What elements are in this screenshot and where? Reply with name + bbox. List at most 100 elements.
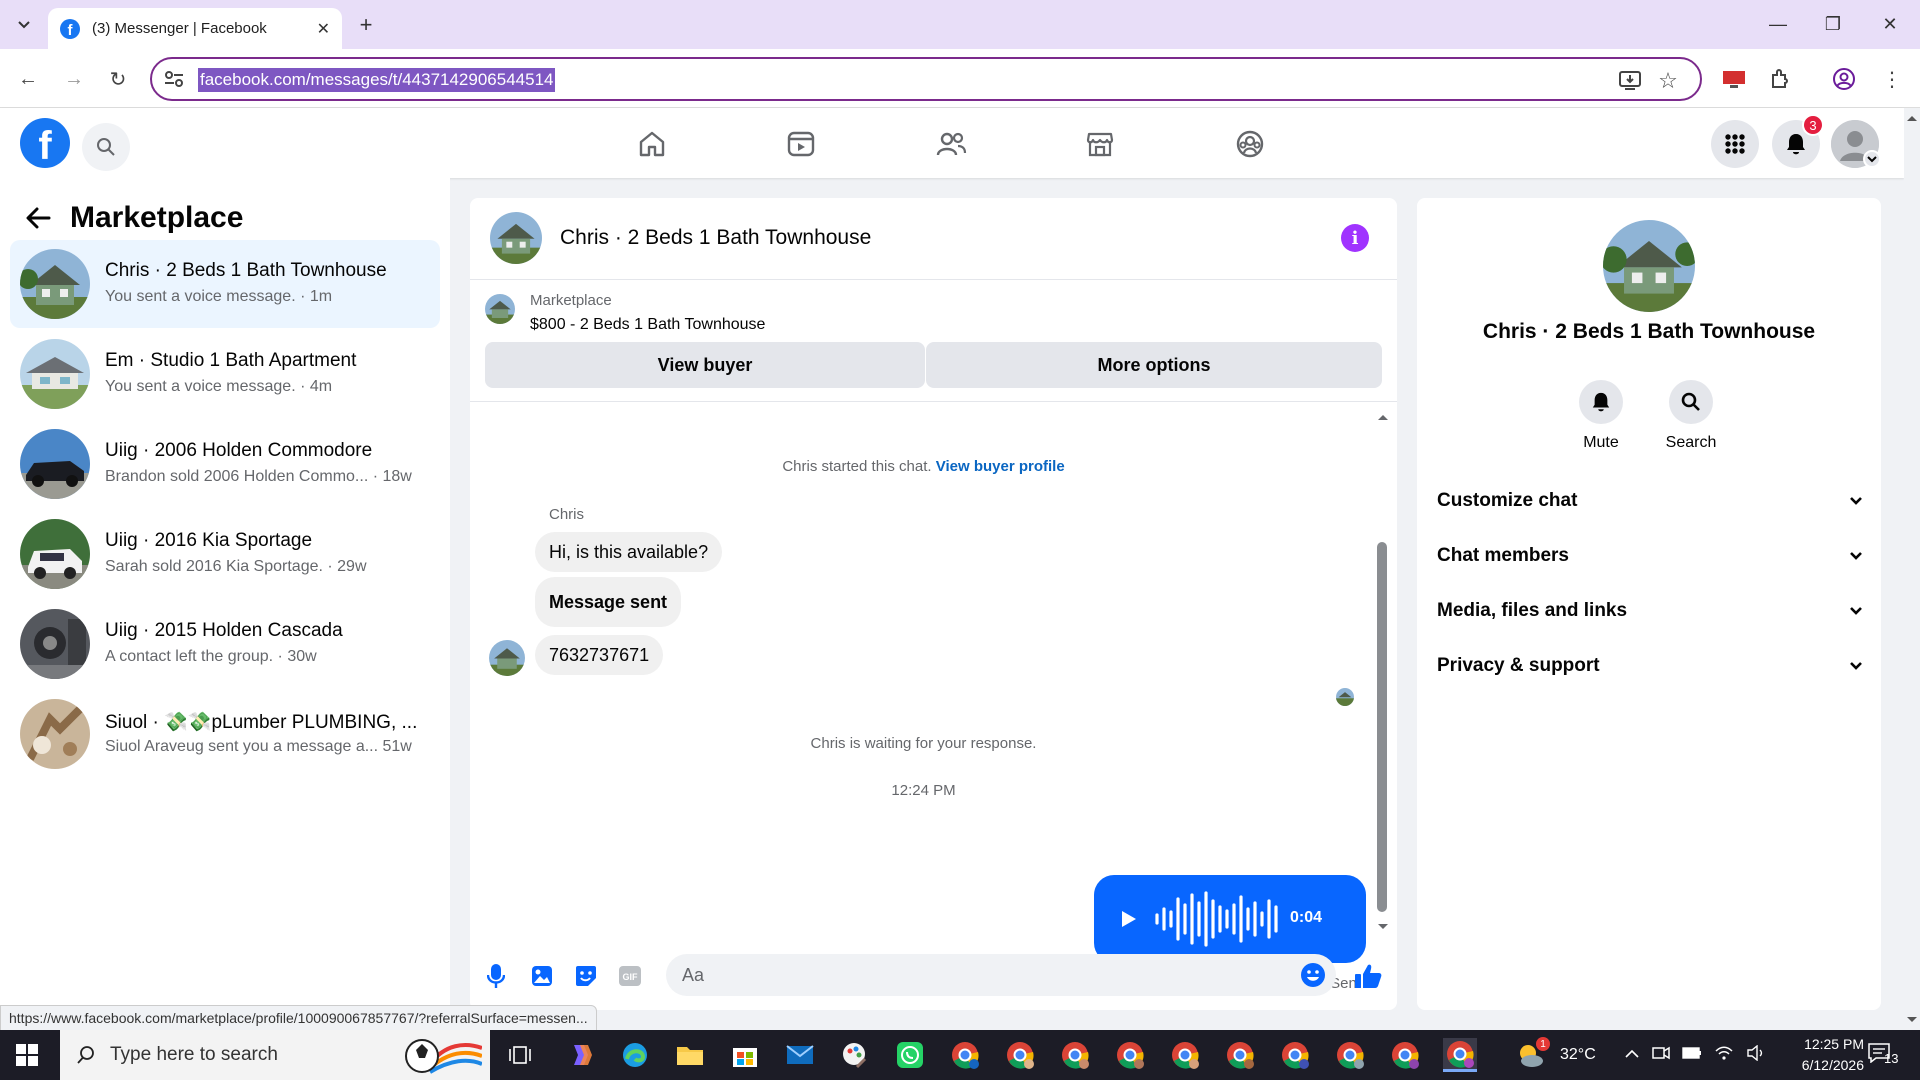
- edge-app-icon[interactable]: [618, 1038, 652, 1072]
- whatsapp-app-icon[interactable]: [893, 1038, 927, 1072]
- browser-tabbar: f (3) Messenger | Facebook ✕ + — ❐ ✕: [0, 0, 1920, 49]
- voice-clip-button[interactable]: [482, 962, 510, 990]
- paint-app-icon[interactable]: [838, 1038, 872, 1072]
- account-avatar[interactable]: [1831, 120, 1881, 168]
- message-thread[interactable]: Chris started this chat. View buyer prof…: [470, 402, 1397, 992]
- chrome-active-window-icon[interactable]: [1443, 1038, 1477, 1072]
- bookmark-star-icon[interactable]: ☆: [1656, 68, 1680, 93]
- conversation-item-em[interactable]: Em · Studio 1 Bath Apartment You sent a …: [10, 330, 440, 418]
- sender-avatar[interactable]: [489, 640, 525, 676]
- conversation-item-uiig-cascada[interactable]: Uiig · 2015 Holden Cascada A contact lef…: [10, 600, 440, 688]
- nav-gaming-button[interactable]: [1226, 124, 1274, 164]
- chat-members-section[interactable]: Chat members: [1437, 536, 1863, 576]
- info-icon[interactable]: i: [1341, 224, 1369, 252]
- forward-button[interactable]: →: [58, 63, 90, 95]
- privacy-support-section[interactable]: Privacy & support: [1437, 646, 1863, 686]
- install-app-icon[interactable]: [1618, 69, 1642, 93]
- chrome-app-icon[interactable]: [948, 1038, 982, 1072]
- browser-menu-icon[interactable]: ⋮: [1878, 65, 1906, 93]
- chat-info-avatar[interactable]: [1603, 220, 1695, 312]
- attach-photo-button[interactable]: [528, 962, 556, 990]
- reload-button[interactable]: ↻: [102, 63, 134, 95]
- play-icon[interactable]: [1116, 905, 1140, 933]
- meet-now-icon[interactable]: [1652, 1045, 1670, 1066]
- back-arrow-button[interactable]: [20, 200, 56, 236]
- profile-icon[interactable]: [1830, 65, 1858, 93]
- nav-home-button[interactable]: [628, 124, 676, 164]
- like-button[interactable]: [1354, 962, 1382, 990]
- chrome-profile-2-icon[interactable]: [1003, 1038, 1037, 1072]
- taskbar-search-placeholder: Type here to search: [110, 1044, 278, 1065]
- chrome-profile-5-icon[interactable]: [1168, 1038, 1202, 1072]
- emoji-icon[interactable]: [1300, 962, 1326, 988]
- tab-search-button[interactable]: [10, 12, 38, 38]
- chrome-profile-7-icon[interactable]: [1278, 1038, 1312, 1072]
- page-scrollbar[interactable]: [1904, 108, 1920, 1030]
- file-explorer-icon[interactable]: [673, 1038, 707, 1072]
- listing-title[interactable]: $800 - 2 Beds 1 Bath Townhouse: [530, 316, 765, 334]
- conversation-item-uiig-commodore[interactable]: Uiig · 2006 Holden Commodore Brandon sol…: [10, 420, 440, 508]
- video-icon: [787, 131, 815, 157]
- bell-icon: [1592, 392, 1610, 412]
- back-button[interactable]: ←: [12, 63, 44, 95]
- mute-button[interactable]: Mute: [1561, 380, 1641, 452]
- conversation-item-chris[interactable]: Chris · 2 Beds 1 Bath Townhouse You sent…: [10, 240, 440, 328]
- chrome-profile-9-icon[interactable]: [1388, 1038, 1422, 1072]
- chevron-up-icon[interactable]: [1624, 1046, 1640, 1064]
- listing-thumbnail[interactable]: [485, 294, 515, 324]
- facebook-logo-icon[interactable]: f: [20, 118, 70, 168]
- windows-start-icon[interactable]: [16, 1044, 38, 1066]
- message-bubble[interactable]: 7632737671: [535, 635, 664, 675]
- waveform-icon[interactable]: [1154, 891, 1284, 947]
- site-settings-icon[interactable]: [164, 70, 184, 88]
- media-files-links-section[interactable]: Media, files and links: [1437, 591, 1863, 631]
- notification-center-button[interactable]: 13: [1868, 1043, 1904, 1067]
- message-input[interactable]: [666, 954, 1266, 996]
- customize-chat-section[interactable]: Customize chat: [1437, 481, 1863, 521]
- url-text[interactable]: facebook.com/messages/t/4437142906544514: [198, 68, 556, 92]
- nav-friends-button[interactable]: [927, 124, 975, 164]
- weather-widget[interactable]: 1 32°C: [1514, 1030, 1596, 1080]
- message-bubble[interactable]: Hi, is this available?: [535, 532, 723, 572]
- browser-tab-messenger[interactable]: f (3) Messenger | Facebook ✕: [48, 8, 342, 49]
- close-window-button[interactable]: ✕: [1870, 10, 1910, 38]
- conversation-item-uiig-sportage[interactable]: Uiig · 2016 Kia Sportage Sarah sold 2016…: [10, 510, 440, 598]
- conversation-item-siuol[interactable]: Siuol · 💸💸pLumber PLUMBING, ... Siuol Ar…: [10, 690, 440, 778]
- sticker-button[interactable]: [572, 962, 600, 990]
- taskbar-search-box[interactable]: Type here to search: [60, 1030, 490, 1080]
- wifi-icon[interactable]: [1714, 1045, 1734, 1066]
- search-highlight-icon: [405, 1039, 482, 1074]
- gif-button[interactable]: GIF: [616, 962, 644, 990]
- close-tab-icon[interactable]: ✕: [317, 19, 330, 39]
- chrome-profile-8-icon[interactable]: [1333, 1038, 1367, 1072]
- battery-icon[interactable]: [1682, 1046, 1702, 1064]
- mail-app-icon[interactable]: [783, 1038, 817, 1072]
- message-bubble[interactable]: Message sent: [535, 577, 682, 627]
- restore-window-button[interactable]: ❐: [1813, 10, 1853, 38]
- thread-scroll-thumb[interactable]: [1377, 542, 1387, 912]
- nav-marketplace-button[interactable]: [1076, 124, 1124, 164]
- extension-screen-icon[interactable]: [1720, 65, 1748, 93]
- chat-header-avatar[interactable]: [490, 212, 542, 264]
- copilot-app-icon[interactable]: [563, 1038, 597, 1072]
- minimize-window-button[interactable]: —: [1758, 10, 1798, 38]
- nav-video-button[interactable]: [777, 124, 825, 164]
- taskbar-clock[interactable]: 12:25 PM 6/12/2026: [1802, 1034, 1864, 1076]
- more-options-button[interactable]: More options: [926, 342, 1382, 388]
- address-bar[interactable]: facebook.com/messages/t/4437142906544514…: [150, 57, 1702, 101]
- chrome-profile-4-icon[interactable]: [1113, 1038, 1147, 1072]
- search-in-chat-button[interactable]: Search: [1651, 380, 1731, 452]
- chat-title[interactable]: Chris · 2 Beds 1 Bath Townhouse: [560, 226, 871, 250]
- new-tab-button[interactable]: +: [352, 11, 380, 39]
- volume-icon[interactable]: [1746, 1044, 1766, 1066]
- extensions-puzzle-icon[interactable]: [1766, 65, 1794, 93]
- view-buyer-button[interactable]: View buyer: [485, 342, 925, 388]
- menu-grid-button[interactable]: [1711, 120, 1759, 168]
- view-buyer-profile-link[interactable]: View buyer profile: [936, 458, 1065, 475]
- task-view-icon[interactable]: [503, 1038, 537, 1072]
- chrome-profile-6-icon[interactable]: [1223, 1038, 1257, 1072]
- chrome-profile-3-icon[interactable]: [1058, 1038, 1092, 1072]
- store-app-icon[interactable]: [728, 1038, 762, 1072]
- facebook-search-button[interactable]: [82, 123, 130, 171]
- notifications-button[interactable]: 3: [1772, 114, 1824, 168]
